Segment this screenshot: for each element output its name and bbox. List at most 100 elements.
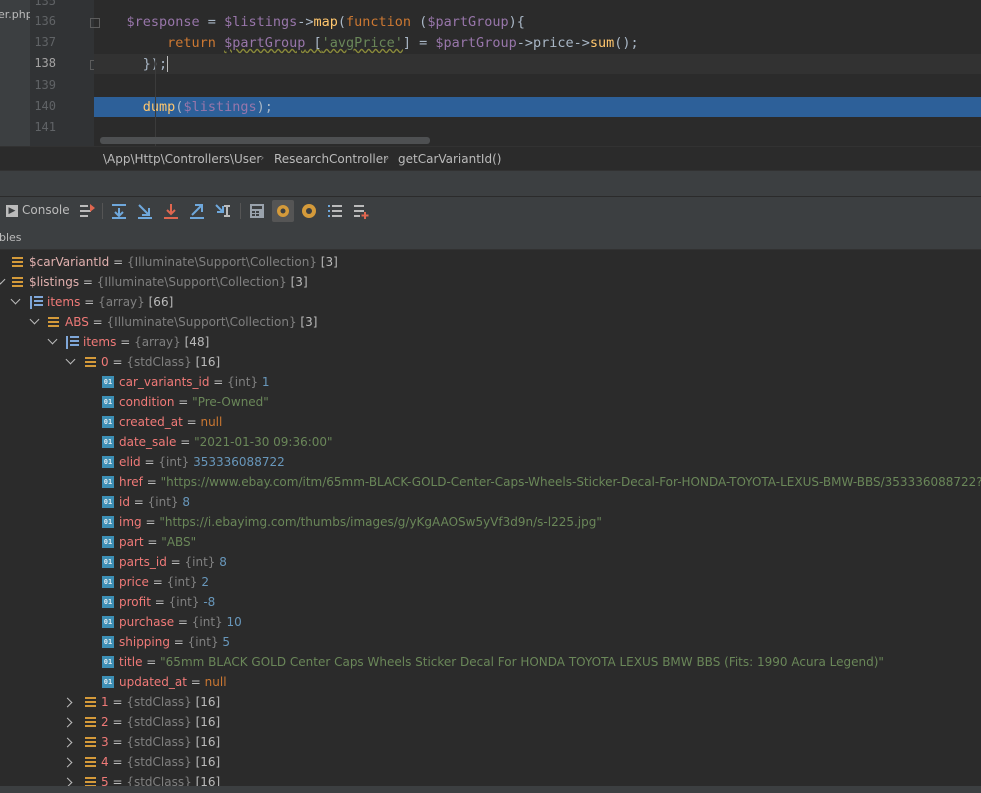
field-icon: 01 [102,656,114,668]
tree-row[interactable]: items = {array} [66] [0,292,981,312]
field-row[interactable]: 01 created_at = null [0,412,981,432]
chevron-right-icon[interactable] [62,737,73,748]
code-line-138[interactable]: }); [94,54,981,74]
code-token: (); [614,35,639,51]
eq: = [143,535,162,549]
tree-row-label: 1 = {stdClass} [16] [101,692,220,712]
field-value: "https://www.ebay.com/itm/65mm-BLACK-GOL… [160,475,981,489]
file-tab[interactable]: er.php [0,0,30,146]
var-type: {stdClass} [126,695,192,709]
code-line-137[interactable]: return $partGroup ['avgPrice'] = $partGr… [94,33,981,53]
debug-toolbar: ▶ Console [0,196,981,226]
field-label: date_sale = "2021-01-30 09:36:00" [119,432,333,452]
show-execution-point-icon[interactable] [78,202,96,220]
chevron-down-icon[interactable] [0,274,6,285]
variables-tree[interactable]: $carVariantId = {Illuminate\Support\Coll… [0,250,981,793]
evaluate-expression-icon[interactable] [248,202,266,220]
field-row[interactable]: 01 href = "https://www.ebay.com/itm/65mm-… [0,472,981,492]
field-row[interactable]: 01 purchase = {int} 10 [0,612,981,632]
tree-row[interactable]: 2 = {stdClass} [16] [0,712,981,732]
field-icon: 01 [102,636,114,648]
field-row[interactable]: 01 id = {int} 8 [0,492,981,512]
field-row[interactable]: 01 car_variants_id = {int} 1 [0,372,981,392]
field-row[interactable]: 01 elid = {int} 353336088722 [0,452,981,472]
chevron-right-icon[interactable] [62,697,73,708]
debug-panel-header [0,170,981,197]
var-count: [3] [320,255,338,269]
eq: = [109,255,127,269]
field-icon: 01 [102,476,114,488]
code-line-140-execution-point[interactable]: dump($listings); [94,97,981,117]
list-icon[interactable] [326,202,344,220]
field-value: 1 [261,375,270,389]
chevron-down-icon[interactable] [65,354,76,365]
field-row[interactable]: 01 title = "65mm BLACK GOLD Center Caps W… [0,652,981,672]
show-values-inline-icon[interactable] [272,200,294,222]
field-name: purchase [119,615,175,629]
code-token: [ [305,35,322,51]
chevron-down-icon[interactable] [29,314,40,325]
field-icon: 01 [102,556,114,568]
gutter-line: 140 [30,97,94,117]
tree-row[interactable]: 3 = {stdClass} [16] [0,732,981,752]
run-to-cursor-icon[interactable] [214,202,232,220]
field-row[interactable]: 01 part = "ABS" [0,532,981,552]
breadcrumb-class[interactable]: ResearchController [274,152,388,166]
eq: = [182,415,201,429]
field-icon: 01 [102,396,114,408]
tree-row[interactable]: items = {array} [48] [0,332,981,352]
watches-icon[interactable] [300,202,318,220]
field-icon: 01 [102,456,114,468]
tree-row[interactable]: $carVariantId = {Illuminate\Support\Coll… [0,252,981,272]
tree-row[interactable]: 1 = {stdClass} [16] [0,692,981,712]
code-token: $partGroup [427,14,509,30]
force-step-into-icon[interactable] [162,202,180,220]
field-name: created_at [119,415,183,429]
step-over-icon[interactable] [110,202,128,220]
tree-row-label: $listings = {Illuminate\Support\Collecti… [29,272,308,292]
gutter-line: 141 [30,118,94,138]
eq: = [186,675,205,689]
code-line-136[interactable]: $response = $listings->map(function ($pa… [94,12,981,32]
field-row[interactable]: 01 date_sale = "2021-01-30 09:36:00" [0,432,981,452]
field-icon: 01 [102,596,114,608]
step-into-icon[interactable] [136,202,154,220]
toolbar-divider [102,203,103,219]
field-value: null [200,415,223,429]
eq: = [108,755,127,769]
console-tab[interactable]: ▶ Console [6,203,70,217]
object-icon [85,697,96,708]
chevron-right-icon[interactable] [62,717,73,728]
chevron-down-icon[interactable] [47,334,58,345]
field-icon: 01 [102,536,114,548]
field-name: parts_id [119,555,167,569]
tree-row[interactable]: 0 = {stdClass} [16] [0,352,981,372]
text-caret [167,56,169,72]
field-row[interactable]: 01 img = "https://i.ebayimg.com/thumbs/im… [0,512,981,532]
tree-row[interactable]: ABS = {Illuminate\Support\Collection} [3… [0,312,981,332]
tree-row[interactable]: 4 = {stdClass} [16] [0,752,981,772]
chevron-right-icon[interactable] [62,757,73,768]
tree-row[interactable]: $listings = {Illuminate\Support\Collecti… [0,272,981,292]
breadcrumb-namespace[interactable]: \App\Http\Controllers\User [103,152,261,166]
field-row[interactable]: 01 updated_at = null [0,672,981,692]
eq: = [142,655,161,669]
horizontal-scrollbar[interactable] [100,137,430,144]
field-label: updated_at = null [119,672,227,692]
field-label: id = {int} 8 [119,492,190,512]
field-row[interactable]: 01 parts_id = {int} 8 [0,552,981,572]
tree-row-label: 0 = {stdClass} [16] [101,352,220,372]
tree-row-label: 4 = {stdClass} [16] [101,752,220,772]
step-out-icon[interactable] [188,202,206,220]
field-row[interactable]: 01 shipping = {int} 5 [0,632,981,652]
add-watch-icon[interactable] [352,202,370,220]
eq: = [148,575,167,589]
chevron-down-icon[interactable] [10,294,21,305]
breadcrumb-method[interactable]: getCarVariantId() [398,152,501,166]
field-name: car_variants_id [119,375,210,389]
field-row[interactable]: 01 price = {int} 2 [0,572,981,592]
field-value: null [204,675,227,689]
field-row[interactable]: 01 condition = "Pre-Owned" [0,392,981,412]
code-editor[interactable]: er.php 135 136 137 138 139 140 141 $resp… [0,0,981,146]
field-row[interactable]: 01 profit = {int} -8 [0,592,981,612]
